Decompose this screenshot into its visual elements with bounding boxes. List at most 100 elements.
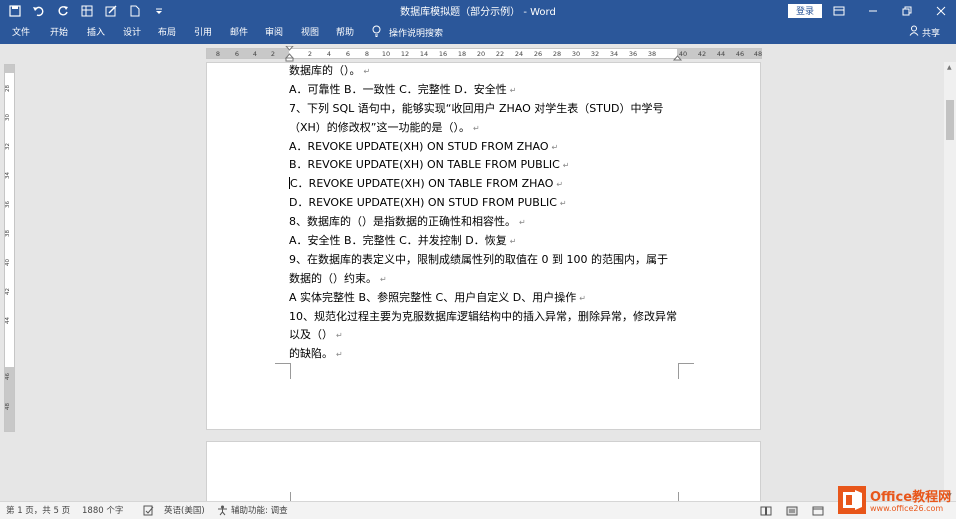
ruler-number: 32	[590, 50, 600, 58]
tab-layout[interactable]: 布局	[158, 27, 176, 39]
ruler-number: 34	[5, 172, 11, 179]
tell-me-label: 操作说明搜索	[389, 29, 444, 39]
accessibility-icon[interactable]	[217, 505, 228, 519]
ruler-number: 18	[457, 50, 467, 58]
new-document-icon[interactable]	[128, 4, 142, 18]
ruler-number: 44	[716, 50, 726, 58]
paragraph[interactable]: 的缺陷。 ↵	[289, 345, 689, 364]
ruler-number: 22	[495, 50, 505, 58]
paragraph[interactable]: D．REVOKE UPDATE(XH) ON STUD FROM PUBLIC ↵	[289, 194, 689, 213]
ruler-number: 8	[364, 50, 370, 58]
paragraph-mark: ↵	[559, 199, 567, 209]
paragraph-mark: ↵	[519, 218, 526, 228]
paragraph[interactable]: 7、下列 SQL 语句中，能够实现“收回用户 ZHAO 对学生表（STUD）中学…	[289, 100, 689, 119]
document-body[interactable]: 数据库的（）。 ↵ A．可靠性 B．一致性 C．完整性 D．安全性 ↵ 7、下列 S…	[289, 62, 689, 364]
paragraph-mark: ↵	[509, 237, 517, 247]
ruler-number: 36	[628, 50, 638, 58]
ruler-number: 34	[609, 50, 619, 58]
tab-design[interactable]: 设计	[123, 27, 141, 39]
ribbon-display-options-icon[interactable]	[832, 4, 846, 18]
paragraph-mark: ↵	[336, 350, 343, 360]
view-buttons	[760, 505, 824, 517]
paragraph[interactable]: 数据的（）约束。 ↵	[289, 270, 689, 289]
tab-mailings[interactable]: 邮件	[230, 27, 248, 39]
tab-references[interactable]: 引用	[194, 27, 212, 39]
ruler-number: 30	[5, 114, 11, 121]
restore-icon[interactable]	[900, 4, 914, 18]
paragraph-mark: ↵	[509, 85, 517, 95]
scrollbar-thumb[interactable]	[946, 100, 954, 140]
ruler-number: 36	[5, 201, 11, 208]
table-icon[interactable]	[80, 4, 94, 18]
ruler-number: 42	[697, 50, 707, 58]
vertical-scrollbar[interactable]: ▲ ▼	[944, 62, 956, 501]
ruler-number: 38	[5, 230, 11, 237]
paragraph[interactable]: 9、在数据库的表定义中，限制成绩属性列的取值在 0 到 100 的范围内，属于	[289, 251, 689, 270]
scroll-up-icon[interactable]: ▲	[947, 64, 952, 71]
ribbon-tab-bar: 文件 开始 插入 设计 布局 引用 邮件 审阅 视图 帮助 操作说明搜索 共享	[0, 22, 956, 44]
ruler-number: 30	[571, 50, 581, 58]
ruler-number: 16	[438, 50, 448, 58]
print-layout-icon[interactable]	[786, 505, 798, 517]
paragraph[interactable]: C．REVOKE UPDATE(XH) ON TABLE FROM ZHAO ↵	[289, 175, 689, 194]
ruler-number: 40	[5, 259, 11, 266]
watermark-brand: Office教程网	[870, 490, 952, 505]
ruler-number: 6	[345, 50, 351, 58]
tab-insert[interactable]: 插入	[87, 27, 105, 39]
close-icon[interactable]	[934, 4, 948, 18]
ruler-number: 6	[234, 50, 240, 58]
word-count[interactable]: 1880 个字	[82, 505, 123, 517]
redo-icon[interactable]	[56, 4, 70, 18]
office-logo-icon	[838, 486, 866, 514]
minimize-icon[interactable]	[866, 4, 880, 18]
login-button[interactable]: 登录	[788, 4, 822, 18]
ruler-number: 12	[400, 50, 410, 58]
ruler-number: 42	[5, 288, 11, 295]
language-indicator[interactable]: 英语(美国)	[164, 505, 205, 517]
paragraph[interactable]: B．REVOKE UPDATE(XH) ON TABLE FROM PUBLIC…	[289, 156, 689, 175]
paragraph[interactable]: 数据库的（）。 ↵	[289, 62, 689, 81]
tab-help[interactable]: 帮助	[336, 27, 354, 39]
ruler-number: 24	[514, 50, 524, 58]
tab-file[interactable]: 文件	[12, 27, 30, 39]
accessibility-status[interactable]: 辅助功能: 调查	[231, 505, 288, 517]
paragraph-mark: ↵	[473, 123, 480, 133]
tab-review[interactable]: 审阅	[265, 27, 283, 39]
right-indent-marker-icon[interactable]	[673, 55, 682, 61]
status-bar: 第 1 页，共 5 页 1880 个字 英语(美国) 辅助功能: 调查	[0, 501, 956, 519]
web-layout-icon[interactable]	[812, 505, 824, 517]
crop-mark	[275, 363, 291, 379]
tab-home[interactable]: 开始	[50, 27, 68, 39]
paragraph[interactable]: A．可靠性 B．一致性 C．完整性 D．安全性 ↵	[289, 81, 689, 100]
share-button[interactable]: 共享	[909, 25, 940, 39]
indent-marker-icon[interactable]	[285, 46, 294, 62]
paragraph-mark: ↵	[336, 331, 343, 341]
quick-access-toolbar	[8, 2, 166, 20]
ruler-number: 48	[753, 50, 763, 58]
tab-view[interactable]: 视图	[301, 27, 319, 39]
ruler-top-margin	[5, 65, 14, 73]
paragraph[interactable]: 10、规范化过程主要为克服数据库逻辑结构中的插入异常，删除异常，修改异常	[289, 308, 689, 327]
paragraph[interactable]: A．REVOKE UPDATE(XH) ON STUD FROM ZHAO ↵	[289, 138, 689, 157]
paragraph[interactable]: （XH）的修改权”这一功能的是（）。 ↵	[289, 119, 689, 138]
page-count[interactable]: 第 1 页，共 5 页	[6, 505, 70, 517]
paragraph-mark: ↵	[551, 142, 559, 152]
paragraph[interactable]: A 实体完整性 B、参照完整性 C、用户自定义 D、用户操作 ↵	[289, 289, 689, 308]
ruler-number: 4	[326, 50, 332, 58]
ruler-number: 4	[252, 50, 258, 58]
watermark-url: www.office26.com	[870, 504, 944, 513]
draw-icon[interactable]	[104, 4, 118, 18]
read-mode-icon[interactable]	[760, 505, 772, 517]
paragraph[interactable]: 以及（） ↵	[289, 326, 689, 345]
ruler-number: 32	[5, 143, 11, 150]
vertical-ruler[interactable]: 28 30 32 34 36 38 40 42 44 46 48	[4, 64, 15, 432]
customize-toolbar-icon[interactable]	[152, 4, 166, 18]
proofing-icon[interactable]	[143, 505, 154, 519]
share-label: 共享	[921, 28, 940, 39]
undo-icon[interactable]	[32, 4, 46, 18]
paragraph[interactable]: 8、数据库的（）是指数据的正确性和相容性。 ↵	[289, 213, 689, 232]
paragraph[interactable]: A．安全性 B．完整性 C．并发控制 D．恢复 ↵	[289, 232, 689, 251]
horizontal-ruler[interactable]: 8 6 4 2 2 4 6 8 10 12 14 16 18 20 22 24 …	[206, 46, 763, 62]
tell-me-search[interactable]: 操作说明搜索	[372, 25, 443, 40]
save-icon[interactable]	[8, 4, 22, 18]
